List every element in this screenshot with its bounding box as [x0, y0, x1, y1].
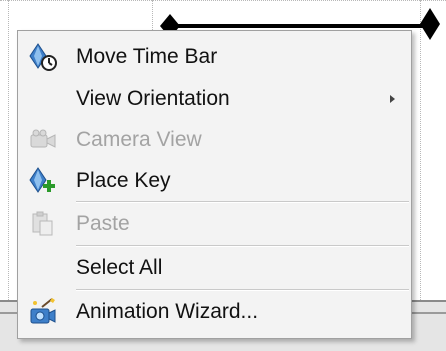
menu-separator — [76, 245, 409, 247]
menu-item-label: View Orientation — [76, 87, 230, 110]
menu-item-label: Move Time Bar — [76, 45, 218, 68]
menu-separator — [76, 289, 409, 291]
menu-item-move-time-bar[interactable]: Move Time Bar — [18, 37, 411, 77]
menu-item-camera-view[interactable]: Camera View — [18, 120, 411, 160]
menu-item-view-orientation[interactable]: View Orientation — [18, 79, 411, 119]
animation-wizard-icon — [28, 297, 58, 327]
menu-item-label: Place Key — [76, 169, 171, 192]
submenu-arrow-icon — [390, 95, 395, 103]
paste-icon — [28, 209, 58, 239]
menu-item-label: Paste — [76, 212, 130, 235]
menu-item-label: Animation Wizard... — [76, 300, 259, 323]
camera-icon — [28, 125, 58, 155]
key-add-icon — [28, 166, 58, 196]
grid-line — [420, 0, 421, 300]
menu-item-select-all[interactable]: Select All — [18, 248, 411, 288]
menu-item-place-key[interactable]: Place Key — [18, 161, 411, 201]
menu-item-animation-wizard[interactable]: Animation Wizard... — [18, 292, 411, 332]
key-clock-icon — [28, 42, 58, 72]
context-menu: Move Time Bar View Orientation Camera Vi… — [17, 30, 412, 339]
keyframe-marker-icon — [420, 8, 440, 40]
menu-item-label: Select All — [76, 256, 163, 279]
grid-line — [8, 0, 9, 300]
menu-separator — [76, 201, 409, 203]
menu-item-label: Camera View — [76, 128, 202, 151]
menu-item-paste[interactable]: Paste — [18, 204, 411, 244]
